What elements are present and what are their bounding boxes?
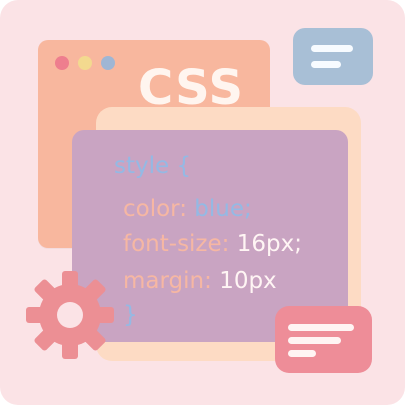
illustration-stage: CSS style { color: blue; font-size: 16px… [0, 0, 405, 405]
css-label: CSS [138, 60, 245, 116]
code-property-margin: margin: [123, 268, 212, 294]
message-line [288, 337, 341, 344]
code-line-close-brace: } [123, 302, 138, 328]
gear-icon [26, 271, 114, 359]
code-line-color: color: blue; [123, 198, 252, 221]
window-red-dot-icon [55, 56, 69, 70]
code-property-font-size: font-size: [123, 231, 230, 257]
code-value-color: blue; [194, 196, 252, 222]
code-value-margin: 10px [219, 268, 277, 294]
message-line [288, 324, 354, 331]
code-line-style: style { [114, 153, 192, 179]
window-blue-dot-icon [101, 56, 115, 70]
chat-bubble-icon [293, 28, 373, 85]
chat-bubble-line [311, 45, 353, 52]
chat-bubble-line [311, 61, 341, 68]
code-line-margin: margin: 10px [123, 270, 277, 293]
message-line [288, 350, 316, 357]
message-lines-icon [275, 306, 372, 373]
code-property-color: color: [123, 196, 187, 222]
code-value-font-size: 16px; [236, 231, 302, 257]
window-yellow-dot-icon [78, 56, 92, 70]
code-line-font-size: font-size: 16px; [123, 233, 302, 256]
